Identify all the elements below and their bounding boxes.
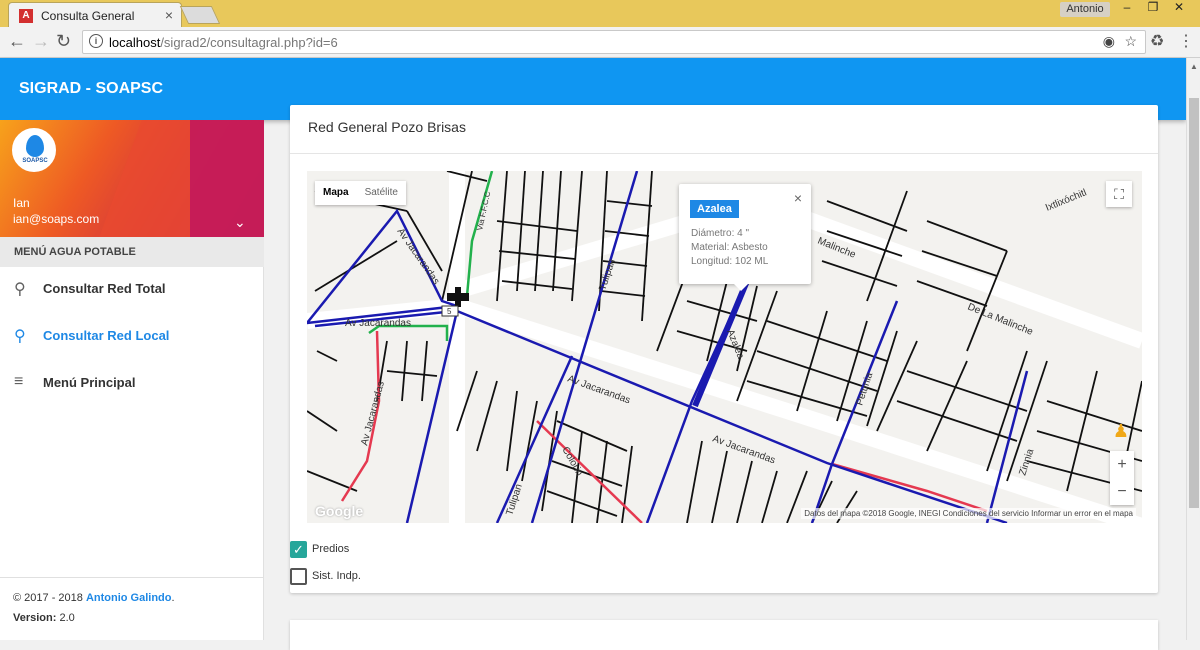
pegman-icon[interactable]: ♟ — [1112, 421, 1130, 443]
logo-text: SOAPSC — [22, 158, 48, 164]
author-link[interactable]: Antonio Galindo — [86, 592, 172, 604]
location-icon[interactable]: ◉ — [1103, 33, 1115, 50]
browser-titlebar: A Consulta General × Antonio – ❐ ✕ — [0, 0, 1200, 27]
menu-item-label: Menú Principal — [43, 375, 136, 390]
bookmark-star-icon[interactable]: ☆ — [1124, 33, 1137, 50]
menu-item-label: Consultar Red Total — [43, 281, 166, 296]
page-scrollbar[interactable]: ▲ — [1186, 58, 1200, 640]
map[interactable]: 5 Av Jacarandas Av Jacarandas Av Jacaran… — [307, 171, 1142, 523]
length-text: Longitud: 102 ML — [691, 256, 769, 267]
new-tab-button[interactable] — [179, 6, 221, 24]
svg-text:5: 5 — [447, 307, 452, 316]
close-window-icon[interactable]: ✕ — [1166, 0, 1192, 18]
map-type-map-button[interactable]: Mapa — [315, 181, 357, 205]
chevron-down-icon[interactable]: ⌄ — [234, 214, 246, 231]
info-window: Azalea × Diámetro: 4 " Material: Asbesto… — [679, 184, 811, 291]
street-label: Av Jacarandas — [345, 318, 411, 329]
diameter-text: Diámetro: 4 " — [691, 228, 750, 239]
sidebar: SOAPSC Ian ian@soaps.com ⌄ MENÚ AGUA POT… — [0, 120, 264, 640]
version: Version: 2.0 — [13, 612, 75, 624]
checkbox-unchecked[interactable] — [290, 568, 307, 585]
close-icon[interactable]: × — [794, 190, 802, 206]
scroll-up-icon[interactable]: ▲ — [1190, 62, 1198, 71]
layer-label: Predios — [312, 543, 350, 555]
url-text: localhost/sigrad2/consultagral.php?id=6 — [109, 35, 338, 50]
minimize-icon[interactable]: – — [1114, 0, 1140, 18]
zoom-control: + − — [1110, 451, 1134, 505]
chrome-menu-icon[interactable]: ⋮ — [1178, 31, 1194, 51]
browser-tab[interactable]: A Consulta General × — [8, 2, 182, 27]
menu-item-consultar-red-local[interactable]: ⚲ Consultar Red Local — [0, 314, 264, 360]
map-type-satellite-button[interactable]: Satélite — [357, 181, 406, 205]
reload-icon[interactable]: ↻ — [56, 31, 71, 52]
forward-icon[interactable]: → — [32, 31, 50, 52]
back-icon[interactable]: ← — [8, 31, 26, 52]
menu-lines-icon: ≡ — [14, 373, 24, 390]
second-card — [290, 620, 1158, 650]
avatar: SOAPSC — [12, 128, 56, 172]
layer-label: Sist. Indp. — [312, 570, 361, 582]
street-label: Ixtlixóchitl — [1044, 187, 1088, 213]
menu-item-menu-principal[interactable]: ≡ Menú Principal — [0, 361, 264, 407]
user-name: Ian — [13, 196, 30, 210]
tab-title: Consulta General — [41, 9, 135, 23]
browser-toolbar: ← → ↻ i localhost/sigrad2/consultagral.p… — [0, 27, 1200, 58]
map-type-control: Mapa Satélite — [315, 181, 406, 205]
address-bar[interactable]: i localhost/sigrad2/consultagral.php?id=… — [82, 30, 1146, 54]
maximize-icon[interactable]: ❐ — [1140, 0, 1166, 18]
water-drop-icon — [26, 135, 44, 157]
user-email: ian@soaps.com — [13, 212, 100, 226]
street-label: Av Jacarandas — [359, 380, 387, 447]
app-title: SIGRAD - SOAPSC — [19, 80, 164, 97]
sidebar-footer: © 2017 - 2018 Antonio Galindo. Version: … — [0, 577, 264, 640]
info-window-title: Azalea — [690, 200, 739, 218]
card-title: Red General Pozo Brisas — [308, 119, 466, 135]
menu-item-label: Consultar Red Local — [43, 328, 170, 343]
menu-section-header: MENÚ AGUA POTABLE — [0, 237, 264, 267]
google-logo: Google — [315, 503, 364, 519]
close-tab-icon[interactable]: × — [165, 7, 173, 23]
info-icon[interactable]: i — [89, 34, 103, 48]
street-label: De La Malinche — [966, 302, 1035, 338]
search-icon: ⚲ — [14, 328, 26, 345]
checkbox-checked[interactable]: ✓ — [290, 541, 307, 558]
material-text: Material: Asbesto — [691, 242, 768, 253]
favicon-icon: A — [19, 9, 33, 23]
map-card: Red General Pozo Brisas 5 Av Jacarandas … — [290, 105, 1158, 593]
extension-icon[interactable]: ♻ — [1150, 31, 1164, 51]
scrollbar-thumb[interactable] — [1189, 98, 1199, 508]
zoom-in-button[interactable]: + — [1110, 451, 1134, 478]
zoom-out-button[interactable]: − — [1110, 478, 1134, 505]
menu-item-consultar-red-total[interactable]: ⚲ Consultar Red Total — [0, 267, 264, 313]
fullscreen-icon[interactable]: ⛶ — [1106, 181, 1132, 207]
street-label: Colorin — [559, 445, 584, 478]
search-icon: ⚲ — [14, 281, 26, 298]
street-label: Via F.F.C.C — [475, 190, 492, 231]
profile-header: SOAPSC Ian ian@soaps.com ⌄ — [0, 120, 264, 237]
profile-badge[interactable]: Antonio — [1060, 2, 1110, 17]
copyright: © 2017 - 2018 Antonio Galindo. — [13, 592, 175, 604]
map-attribution[interactable]: Datos del mapa ©2018 Google, INEGI Condi… — [801, 508, 1136, 519]
